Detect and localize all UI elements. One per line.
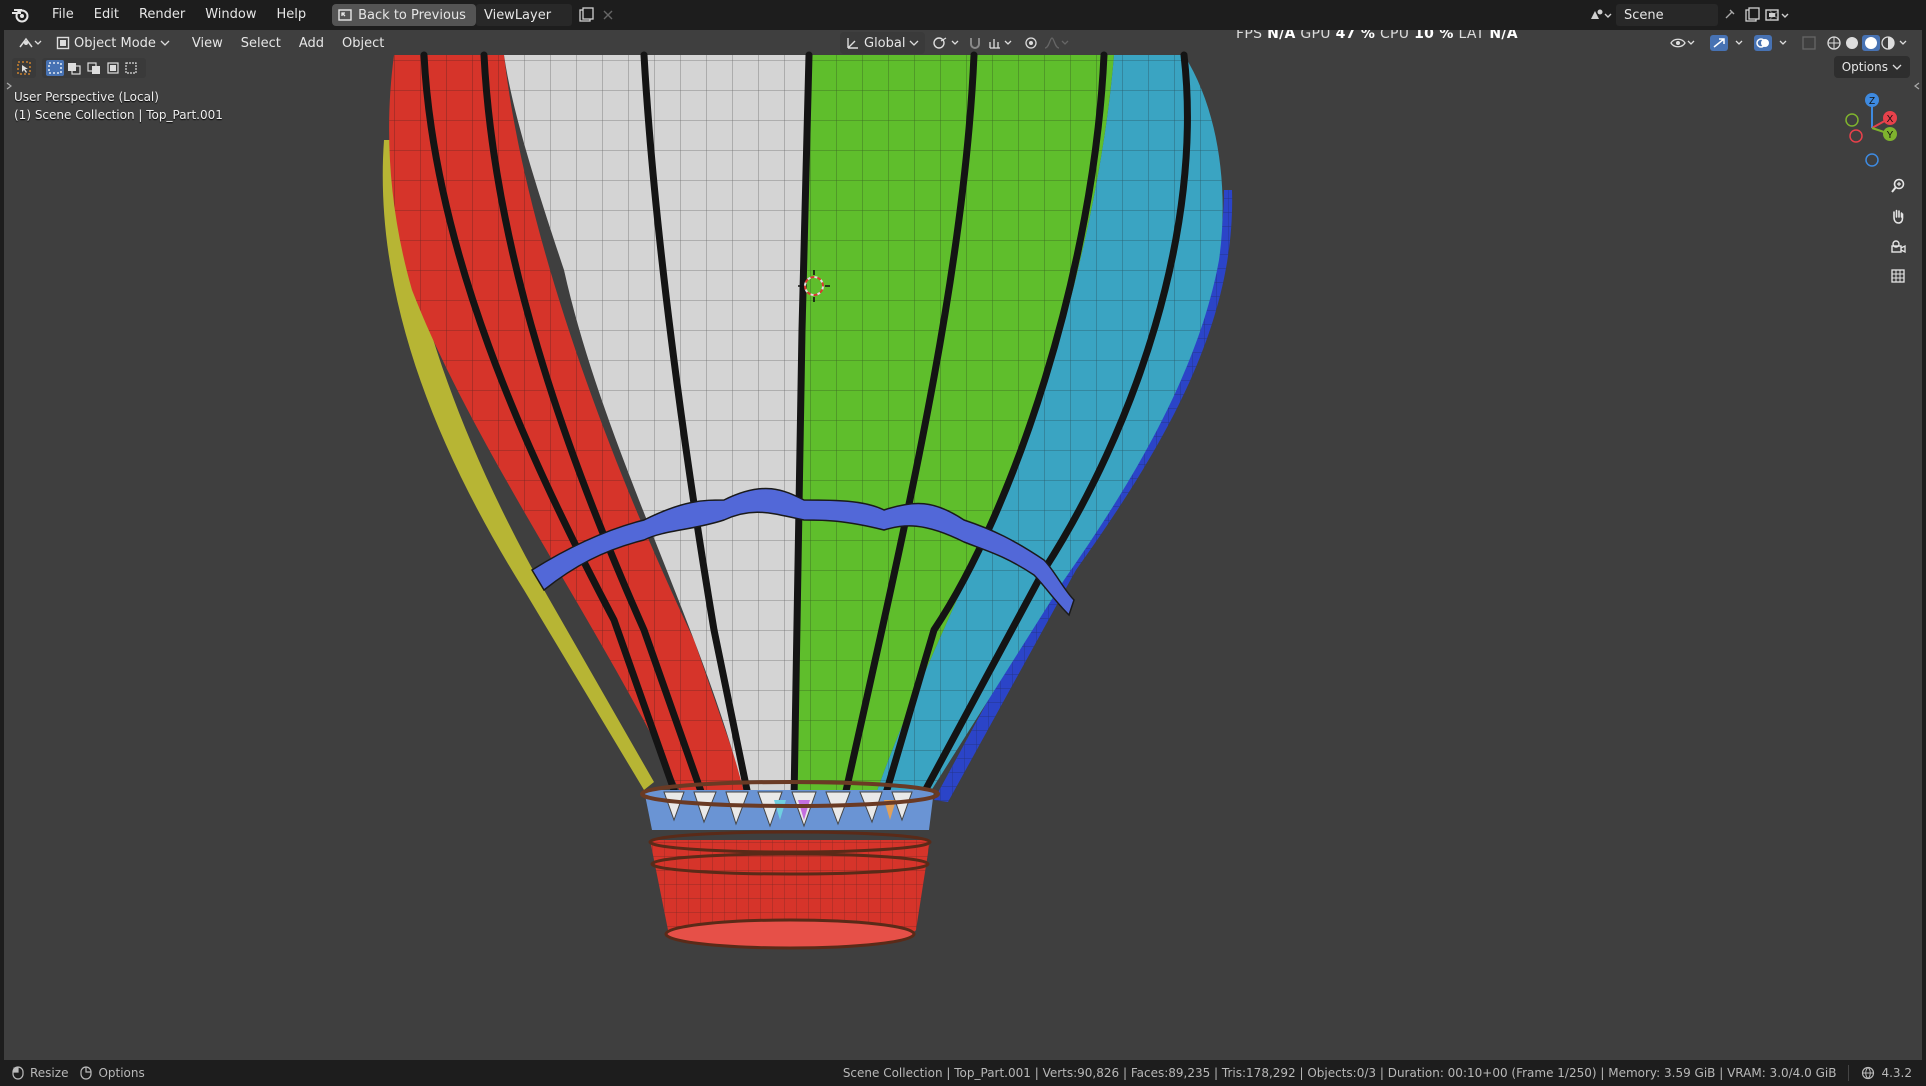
- sidebar-toggle-icon[interactable]: [1914, 82, 1920, 90]
- gizmo-icon: [1710, 35, 1750, 51]
- mouse-right-icon: [80, 1066, 93, 1080]
- fps-value: N/A: [1267, 30, 1296, 42]
- viewport-options-label: Options: [1841, 60, 1888, 74]
- new-view-layer-icon[interactable]: [578, 7, 594, 23]
- menu-edit[interactable]: Edit: [84, 0, 129, 30]
- performance-stats: FPS N/A GPU 47 % CPU 10 % LAT N/A: [1236, 30, 1518, 42]
- gizmo-x-label: X: [1887, 114, 1894, 125]
- cpu-value: 10 %: [1414, 30, 1454, 42]
- object-mode-icon: [56, 36, 70, 50]
- toolbar-toggle-icon[interactable]: [6, 82, 12, 90]
- xray-icon: [1802, 36, 1816, 50]
- scene-name-field[interactable]: Scene: [1616, 4, 1718, 26]
- viewport-options-button[interactable]: Options: [1833, 56, 1910, 78]
- editor-type-selector[interactable]: [12, 33, 48, 53]
- menu-view[interactable]: View: [186, 33, 229, 53]
- cpu-label: CPU: [1379, 30, 1410, 42]
- blender-logo-icon[interactable]: [10, 4, 32, 26]
- fps-label: FPS: [1236, 30, 1263, 42]
- active-collection-label: (1) Scene Collection | Top_Part.001: [14, 108, 223, 122]
- back-to-previous-button[interactable]: Back to Previous: [332, 4, 476, 26]
- navigation-gizmo[interactable]: Z X Y: [1838, 88, 1908, 168]
- chevron-down-icon: [1892, 63, 1902, 71]
- overlays-toggle[interactable]: [1748, 33, 1800, 53]
- gizmo-y-label: Y: [1887, 130, 1894, 141]
- menu-help[interactable]: Help: [267, 0, 317, 30]
- view-layer-field[interactable]: ViewLayer: [475, 4, 572, 26]
- scene-selector[interactable]: Scene: [1588, 4, 1780, 26]
- pan-hand-icon[interactable]: [1884, 202, 1912, 230]
- view-layer-selector[interactable]: [1764, 4, 1794, 26]
- snap-target-selector[interactable]: [982, 33, 1022, 53]
- menu-render[interactable]: Render: [129, 0, 195, 30]
- gpu-value: 47 %: [1335, 30, 1376, 42]
- hot-air-balloon-model[interactable]: [4, 30, 1922, 1060]
- delete-view-layer-icon[interactable]: [602, 9, 614, 21]
- selection-mode-icons[interactable]: [42, 58, 146, 78]
- overlay-icon: [1754, 35, 1794, 51]
- orthographic-grid-icon[interactable]: [1884, 262, 1912, 290]
- pin-icon[interactable]: [1722, 8, 1736, 22]
- menu-file[interactable]: File: [42, 0, 84, 30]
- select-box-tool-icon[interactable]: [12, 58, 36, 78]
- menu-window[interactable]: Window: [195, 0, 266, 30]
- shading-selector[interactable]: [1820, 33, 1916, 53]
- proportional-edit-icon: [1024, 36, 1038, 50]
- snap-increment-icon: [988, 36, 1016, 50]
- camera-view-icon[interactable]: [1884, 232, 1912, 260]
- falloff-curve-icon: [1044, 36, 1072, 50]
- mouse-left-icon: [12, 1066, 24, 1080]
- status-resize-label: Resize: [30, 1066, 69, 1080]
- scene-name: Scene: [1624, 7, 1664, 23]
- gpu-label: GPU: [1300, 30, 1331, 42]
- view-layer-icon: [1764, 7, 1790, 23]
- new-scene-icon[interactable]: [1744, 7, 1760, 23]
- view-layer-name: ViewLayer: [483, 7, 552, 23]
- visibility-selector[interactable]: [1664, 33, 1702, 53]
- network-globe-icon: [1861, 1066, 1875, 1080]
- chevron-down-icon: [160, 39, 170, 47]
- menu-select[interactable]: Select: [235, 33, 287, 53]
- tool-settings-row: [12, 58, 146, 78]
- lat-label: LAT: [1458, 30, 1485, 42]
- gizmo-z-label: Z: [1869, 96, 1875, 107]
- status-options-label: Options: [98, 1066, 145, 1080]
- mode-label: Object Mode: [74, 35, 156, 51]
- back-to-previous-label: Back to Previous: [358, 7, 466, 23]
- orientation-axes-icon: [846, 36, 860, 50]
- xray-toggle[interactable]: [1796, 33, 1822, 53]
- menu-object[interactable]: Object: [336, 33, 390, 53]
- shading-modes-icon: [1826, 35, 1910, 51]
- chevron-down-icon: [909, 39, 919, 47]
- magnet-icon: [968, 36, 982, 50]
- status-bar: Resize Options Scene Collection | Top_Pa…: [0, 1060, 1926, 1086]
- scene-statistics: Scene Collection | Top_Part.001 | Verts:…: [842, 1066, 1837, 1080]
- blender-version: 4.3.2: [1881, 1066, 1912, 1080]
- transform-orientation-selector[interactable]: Global: [840, 32, 926, 54]
- 3d-viewport[interactable]: Object Mode View Select Add Object Globa…: [4, 30, 1922, 1060]
- eye-icon: [1670, 36, 1696, 50]
- pivot-icon: [932, 36, 962, 50]
- fullscreen-exit-icon: [338, 8, 352, 22]
- orientation-label: Global: [864, 35, 906, 51]
- menu-add[interactable]: Add: [293, 33, 330, 53]
- status-divider: [1848, 1065, 1850, 1081]
- falloff-selector[interactable]: [1038, 33, 1078, 53]
- top-bar: File Edit Render Window Help Back to Pre…: [0, 0, 1926, 30]
- mode-selector[interactable]: Object Mode: [50, 32, 176, 54]
- scene-icon: [1588, 7, 1612, 23]
- zoom-icon[interactable]: [1884, 172, 1912, 200]
- viewport-header: Object Mode View Select Add Object Globa…: [4, 30, 1922, 56]
- view-perspective-label: User Perspective (Local): [14, 90, 159, 104]
- editor-type-icon: [18, 36, 42, 50]
- lat-value: N/A: [1489, 30, 1518, 42]
